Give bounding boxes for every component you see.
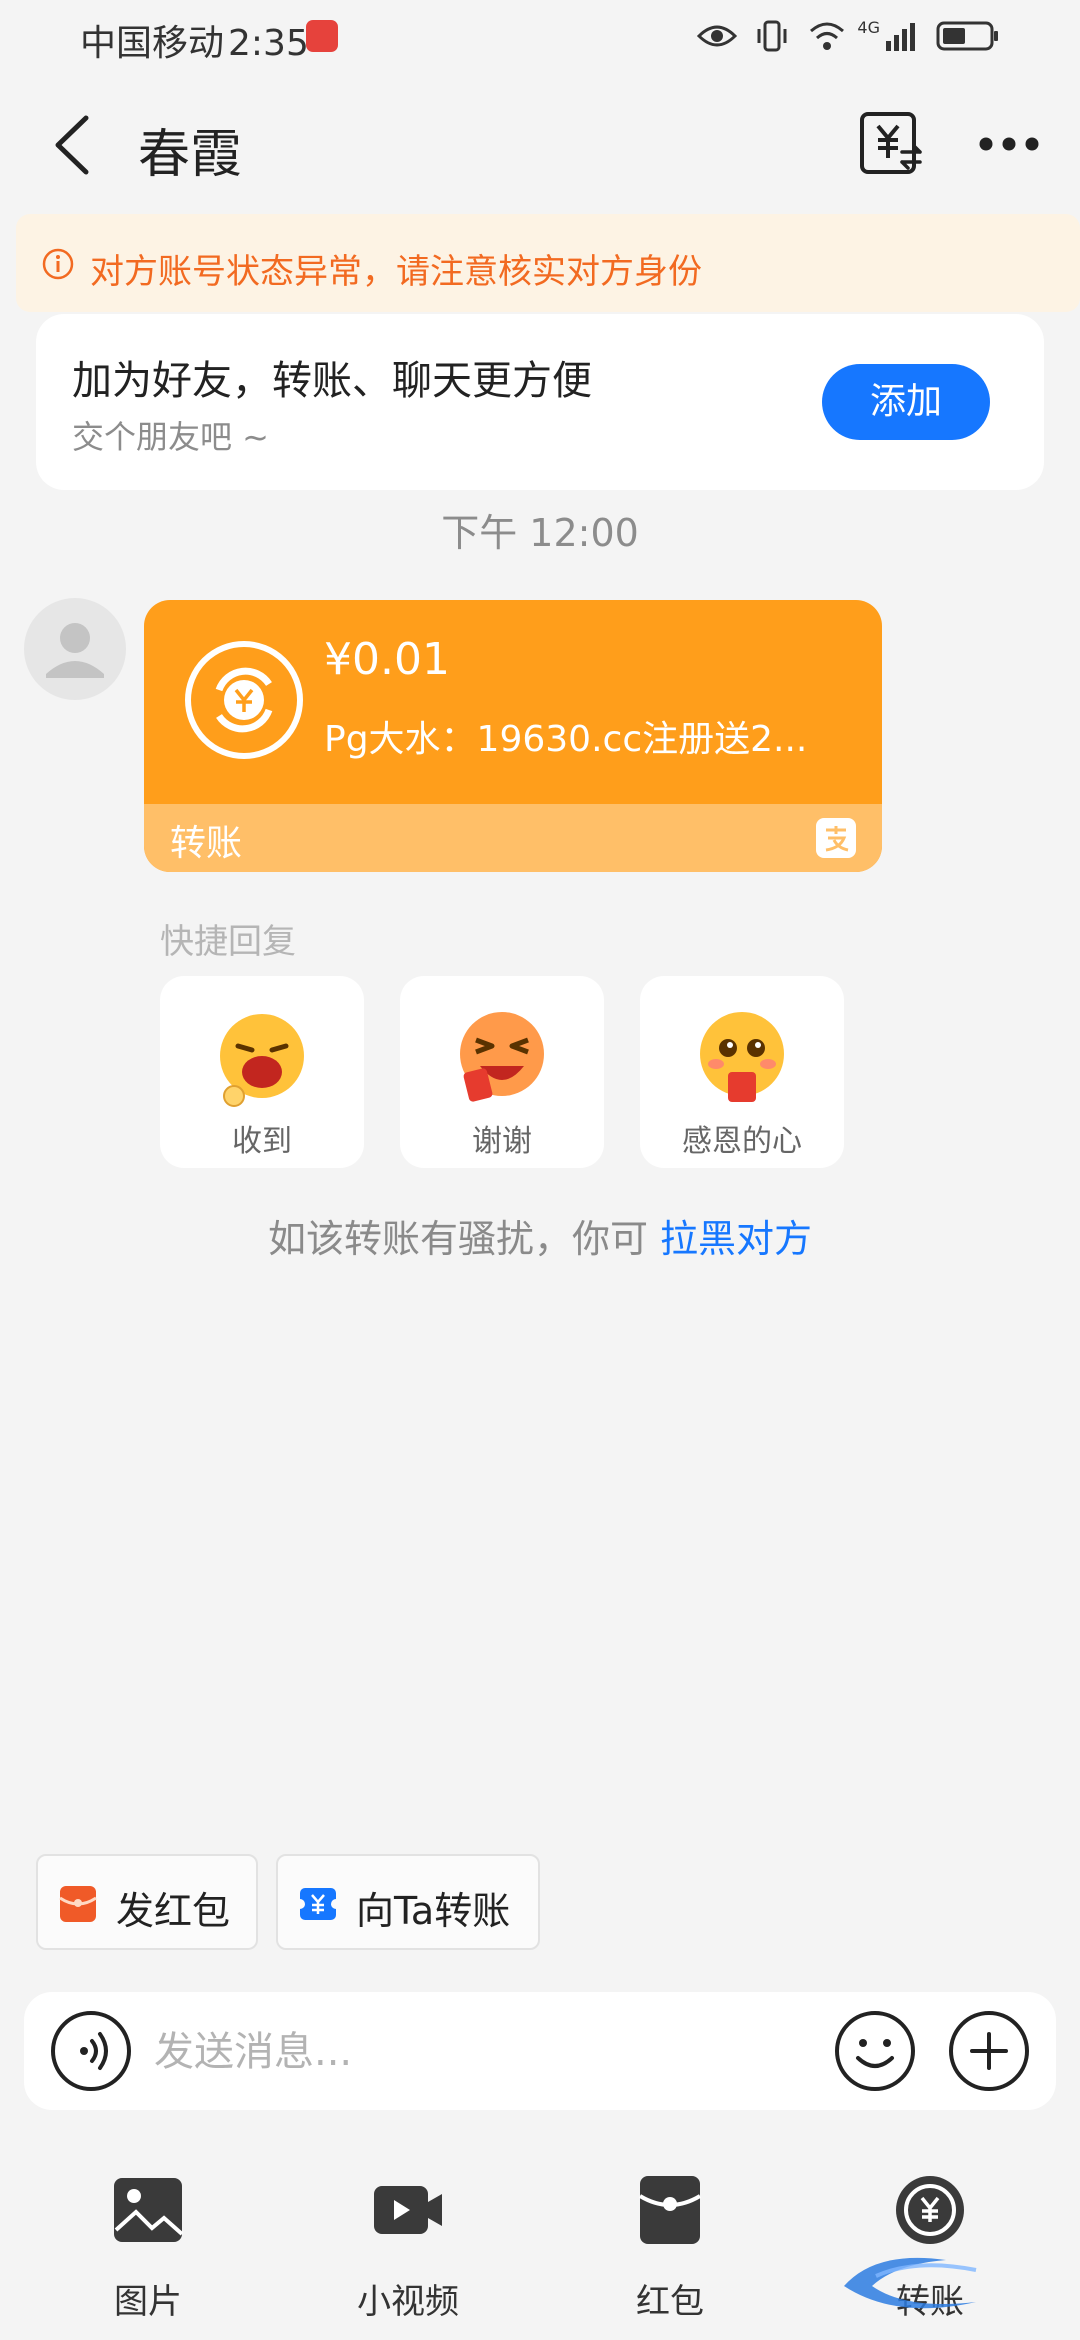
- tool-label: 小视频: [357, 2282, 459, 2322]
- add-friend-card: 加为好友，转账、聊天更方便 交个朋友吧 ~ 添加: [36, 314, 1044, 490]
- clock: 2:35: [228, 23, 309, 64]
- voice-input-icon[interactable]: [50, 2010, 132, 2092]
- add-friend-button[interactable]: 添加: [822, 364, 990, 440]
- ok-hand-emoji-icon: [220, 1014, 304, 1107]
- transfer-to-them-chip[interactable]: 向Ta转账: [276, 1854, 540, 1950]
- signal-icon: [886, 23, 915, 51]
- quick-reply-thanks[interactable]: 谢谢: [400, 976, 604, 1168]
- wifi-icon: [810, 22, 845, 50]
- message-timestamp: 下午 12:00: [441, 511, 639, 555]
- grinning-red-packet-emoji-icon: [460, 1012, 544, 1102]
- status-icons: 4G: [697, 18, 1000, 54]
- transfer-record-icon[interactable]: [856, 108, 926, 178]
- send-red-packet-label: 发红包: [116, 1889, 231, 1933]
- status-bar: 中国移动 2:35 4G: [0, 0, 1080, 72]
- send-red-packet-chip[interactable]: 发红包: [36, 1854, 258, 1950]
- message-input-bar: [24, 1992, 1056, 2110]
- add-friend-title: 加为好友，转账、聊天更方便: [72, 358, 592, 404]
- emoji-icon[interactable]: [834, 2010, 916, 2092]
- tool-image[interactable]: 图片: [48, 2170, 248, 2322]
- tool-red-packet[interactable]: 红包: [570, 2170, 770, 2322]
- transfer-label: 转账: [170, 823, 243, 864]
- chat-title: 春霞: [138, 125, 243, 185]
- quick-reply-text: 感恩的心: [682, 1124, 802, 1159]
- eye-icon: [697, 25, 738, 47]
- plus-icon[interactable]: [948, 2010, 1030, 2092]
- more-icon[interactable]: [978, 126, 1040, 162]
- alipay-logo-icon: [816, 818, 856, 858]
- chat-header: 春霞: [0, 90, 1080, 200]
- quick-reply-text: 谢谢: [472, 1124, 532, 1159]
- watermark-logo: [844, 2257, 977, 2309]
- block-notice-text: 如该转账有骚扰，你可: [267, 1217, 661, 1261]
- tool-label: 红包: [636, 2282, 704, 2322]
- tool-label: 图片: [114, 2282, 182, 2322]
- block-notice: 如该转账有骚扰，你可 拉黑对方: [0, 1208, 1080, 1263]
- add-friend-subtitle: 交个朋友吧 ~: [72, 418, 269, 456]
- transfer-cycle-icon: [185, 641, 303, 759]
- transfer-ticket-icon: [298, 1888, 338, 1920]
- quick-reply-text: 收到: [232, 1124, 292, 1159]
- image-icon: [114, 2178, 184, 2242]
- battery-icon: [936, 21, 998, 51]
- message-input[interactable]: [152, 2014, 836, 2090]
- transfer-amount: ¥0.01: [324, 634, 450, 685]
- red-packet-icon: [638, 2176, 702, 2244]
- transfer-card-footer: 转账: [144, 804, 882, 872]
- carrier-name: 中国移动: [80, 23, 225, 64]
- vibrate-icon: [757, 20, 787, 52]
- back-arrow-icon[interactable]: [44, 112, 104, 178]
- warning-text: 对方账号状态异常，请注意核实对方身份: [90, 252, 702, 292]
- network-type: 4G: [857, 17, 880, 37]
- tool-video[interactable]: 小视频: [308, 2170, 508, 2322]
- transfer-message-card[interactable]: ¥0.01 Pg大水：19630.cc注册送2... 转账: [144, 600, 882, 872]
- huawei-notification-icon: [306, 20, 338, 52]
- account-warning-banner: 对方账号状态异常，请注意核实对方身份: [16, 214, 1080, 312]
- quick-reply-received[interactable]: 收到: [160, 976, 364, 1168]
- video-icon: [374, 2186, 442, 2234]
- transfer-memo: Pg大水：19630.cc注册送2...: [324, 719, 808, 760]
- info-icon: [42, 248, 74, 280]
- block-contact-link[interactable]: 拉黑对方: [660, 1217, 812, 1261]
- transfer-to-them-label: 向Ta转账: [356, 1889, 511, 1933]
- red-packet-icon: [59, 1886, 97, 1922]
- carrier-time: 中国移动 2:35: [80, 14, 309, 66]
- grateful-emoji-icon: [700, 1012, 784, 1102]
- default-avatar-icon: [46, 623, 104, 678]
- quick-reply-grateful[interactable]: 感恩的心: [640, 976, 844, 1168]
- quick-reply-label: 快捷回复: [160, 922, 296, 962]
- avatar[interactable]: [24, 598, 126, 700]
- transfer-icon: [896, 2176, 964, 2244]
